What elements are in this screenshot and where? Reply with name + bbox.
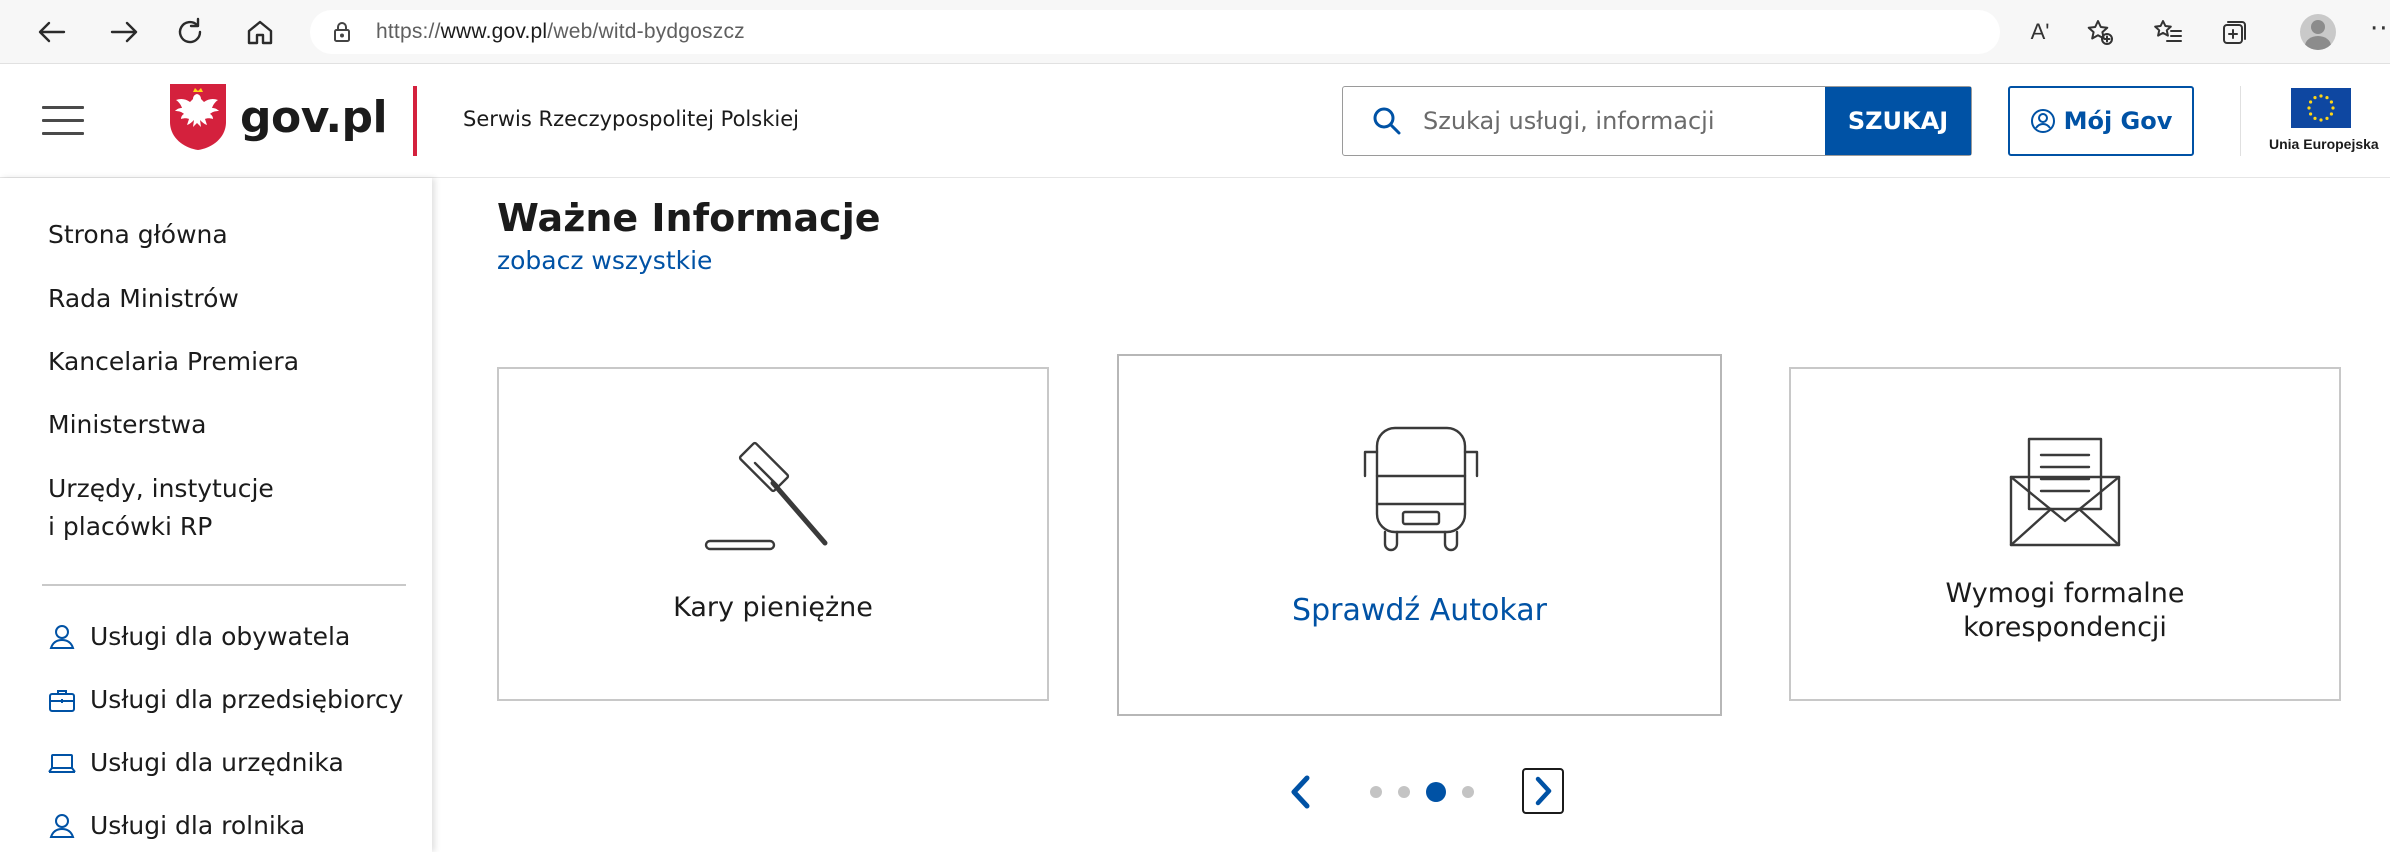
search-icon bbox=[1373, 107, 1401, 135]
browser-toolbar: https://www.gov.pl/web/witd-bydgoszcz Aʹ… bbox=[0, 0, 2390, 64]
site-header: gov.pl Serwis Rzeczypospolitej Polskiej … bbox=[0, 64, 2390, 178]
carousel-prev-button[interactable] bbox=[1280, 768, 1320, 816]
url-host: www.gov.pl bbox=[440, 20, 548, 43]
bus-icon bbox=[1359, 422, 1483, 556]
favorites-list-icon bbox=[2154, 20, 2182, 42]
more-icon[interactable]: ··· bbox=[2370, 14, 2390, 44]
back-button[interactable] bbox=[28, 8, 76, 56]
card-sprawdz-autokar[interactable]: Sprawdź Autokar bbox=[1117, 354, 1722, 716]
search-input[interactable] bbox=[1423, 107, 1803, 135]
carousel-next-button[interactable] bbox=[1522, 768, 1564, 814]
sidebar-menu: Strona główna Rada Ministrów Kancelaria … bbox=[0, 178, 432, 852]
search-field[interactable] bbox=[1343, 87, 1825, 155]
carousel-dot[interactable] bbox=[1370, 786, 1382, 798]
collections-button[interactable] bbox=[2212, 10, 2256, 54]
forward-button[interactable] bbox=[100, 8, 148, 56]
laptop-icon bbox=[48, 753, 76, 773]
person-icon bbox=[49, 624, 75, 649]
card-label: Kary pieniężne bbox=[673, 592, 873, 623]
sidebar-service-label: Usługi dla przedsiębiorcy bbox=[90, 685, 404, 714]
sidebar-service-label: Usługi dla obywatela bbox=[90, 622, 351, 651]
home-icon bbox=[247, 20, 273, 45]
card-wymogi-formalne[interactable]: Wymogi formalne korespondencji bbox=[1789, 367, 2341, 701]
collections-icon bbox=[2223, 21, 2246, 44]
logo-divider bbox=[413, 86, 417, 156]
sidebar-item-strona-glowna[interactable]: Strona główna bbox=[48, 216, 228, 254]
account-button-label: Mój Gov bbox=[2063, 107, 2173, 135]
sidebar-service-rolnik[interactable]: Usługi dla rolnika bbox=[48, 811, 305, 840]
search-button[interactable]: SZUKAJ bbox=[1825, 87, 1971, 155]
sidebar-item-ministerstwa[interactable]: Ministerstwa bbox=[48, 406, 206, 444]
refresh-icon bbox=[178, 17, 202, 44]
gavel-icon bbox=[699, 435, 839, 559]
emblem-icon bbox=[170, 84, 226, 150]
sidebar-item-rada-ministrow[interactable]: Rada Ministrów bbox=[48, 280, 239, 318]
page-title: Ważne Informacje bbox=[497, 196, 881, 240]
carousel-dot[interactable] bbox=[1398, 786, 1410, 798]
refresh-button[interactable] bbox=[166, 8, 214, 56]
profile-avatar[interactable] bbox=[2300, 14, 2336, 50]
eu-logo[interactable]: Unia Europejska bbox=[2240, 86, 2380, 156]
lock-icon bbox=[330, 20, 354, 44]
card-label: Sprawdź Autokar bbox=[1292, 593, 1547, 628]
card-kary-pieniezne[interactable]: Kary pieniężne bbox=[497, 367, 1049, 701]
see-all-link[interactable]: zobacz wszystkie bbox=[497, 246, 712, 275]
sidebar-service-label: Usługi dla rolnika bbox=[90, 811, 306, 840]
url-prefix: https:// bbox=[376, 20, 441, 43]
carousel-dots bbox=[1370, 782, 1490, 802]
carousel-dot[interactable] bbox=[1462, 786, 1474, 798]
carousel-dot[interactable] bbox=[1426, 782, 1446, 802]
sidebar-item-urzedy[interactable]: Urzędy, instytucje i placówki RP bbox=[48, 470, 274, 546]
logo-text: gov.pl bbox=[240, 91, 388, 143]
sidebar-item-urzedy-line2: i placówki RP bbox=[48, 512, 213, 541]
read-aloud-button[interactable]: Aʹ bbox=[2018, 10, 2062, 54]
chevron-left-icon bbox=[1291, 775, 1310, 809]
user-circle-icon bbox=[2030, 109, 2055, 133]
address-bar[interactable]: https://www.gov.pl/web/witd-bydgoszcz bbox=[310, 10, 2000, 54]
card-label-line1: Wymogi formalne bbox=[1945, 578, 2185, 609]
sidebar-item-urzedy-line1: Urzędy, instytucje bbox=[48, 474, 274, 503]
card-label-line2: korespondencji bbox=[1963, 612, 2167, 643]
person-icon bbox=[49, 813, 75, 838]
envelope-letter-icon bbox=[2007, 433, 2123, 555]
sidebar-service-przedsiebiorca[interactable]: Usługi dla przedsiębiorcy bbox=[48, 685, 403, 714]
menu-icon[interactable] bbox=[42, 106, 84, 136]
sidebar-item-kancelaria-premiera[interactable]: Kancelaria Premiera bbox=[48, 343, 299, 381]
sidebar-service-urzednik[interactable]: Usługi dla urzędnika bbox=[48, 748, 344, 777]
add-favorite-button[interactable] bbox=[2078, 10, 2122, 54]
arrow-left-icon bbox=[38, 21, 66, 43]
arrow-right-icon bbox=[110, 21, 138, 43]
sidebar-service-label: Usługi dla urzędnika bbox=[90, 748, 344, 777]
favorites-button[interactable] bbox=[2146, 10, 2190, 54]
search-box: SZUKAJ bbox=[1342, 86, 1972, 156]
url-text: https://www.gov.pl/web/witd-bydgoszcz bbox=[376, 20, 745, 44]
home-button[interactable] bbox=[236, 8, 284, 56]
sidebar-service-obywatel[interactable]: Usługi dla obywatela bbox=[48, 622, 350, 651]
read-aloud-icon: Aʹ bbox=[2030, 19, 2050, 44]
url-path: /web/witd-bydgoszcz bbox=[547, 20, 745, 43]
chevron-right-icon bbox=[1535, 776, 1552, 806]
eu-flag-icon bbox=[2291, 88, 2351, 128]
sidebar-divider bbox=[42, 584, 406, 586]
briefcase-icon bbox=[49, 689, 75, 712]
site-subtitle: Serwis Rzeczypospolitej Polskiej bbox=[463, 107, 799, 131]
eu-label: Unia Europejska bbox=[2269, 136, 2379, 152]
gov-logo[interactable]: gov.pl bbox=[168, 82, 388, 152]
account-button[interactable]: Mój Gov bbox=[2008, 86, 2194, 156]
star-add-icon bbox=[2087, 20, 2113, 45]
